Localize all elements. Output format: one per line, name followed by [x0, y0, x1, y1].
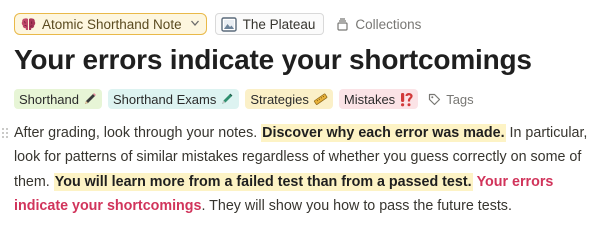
tag-shorthand-exams[interactable]: Shorthand Exams — [108, 89, 240, 109]
body-paragraph[interactable]: After grading, look through your notes. … — [14, 121, 589, 218]
collection-stack-icon — [336, 17, 349, 31]
highlighted-text: You will learn more from a failed test t… — [53, 172, 473, 191]
page-title[interactable]: Your errors indicate your shortcomings — [14, 44, 532, 76]
parent-page-link[interactable]: The Plateau — [214, 13, 325, 35]
add-tags-label: Tags — [446, 91, 474, 107]
drag-handle-icon[interactable] — [0, 126, 10, 140]
tag-list: Shorthand Shorthand Exams Strategies Mis… — [14, 89, 478, 109]
brain-emoji-icon — [21, 17, 36, 31]
collections-label: Collections — [355, 16, 422, 32]
tag-label: Strategies — [250, 91, 309, 107]
note-type-label: Atomic Shorthand Note — [42, 16, 182, 32]
tag-mistakes[interactable]: Mistakes — [338, 89, 419, 109]
highlighted-text: Discover why each error was made. — [261, 124, 506, 142]
body-text: After grading, look through your notes. — [14, 125, 262, 141]
ruler-icon — [313, 92, 328, 106]
tag-strategies[interactable]: Strategies — [245, 89, 333, 109]
note-type-select[interactable]: Atomic Shorthand Note — [14, 13, 207, 35]
body-text: . They will show you how to pass the fut… — [201, 197, 512, 214]
collections-link[interactable]: Collections — [332, 13, 425, 35]
tag-label: Shorthand — [19, 91, 79, 107]
pen-icon — [220, 92, 234, 106]
pencil-icon — [83, 92, 97, 106]
tag-shorthand[interactable]: Shorthand — [14, 89, 102, 109]
tag-label: Shorthand Exams — [113, 91, 217, 107]
add-tags-button[interactable]: Tags — [424, 89, 477, 109]
tag-label: Mistakes — [343, 91, 396, 107]
exclamation-question-icon — [399, 92, 413, 107]
chevron-down-icon — [190, 18, 200, 31]
image-frame-icon — [220, 16, 237, 32]
breadcrumb: Atomic Shorthand Note The Plateau Collec… — [14, 11, 425, 37]
parent-page-label: The Plateau — [242, 16, 316, 32]
tag-icon — [428, 93, 441, 106]
